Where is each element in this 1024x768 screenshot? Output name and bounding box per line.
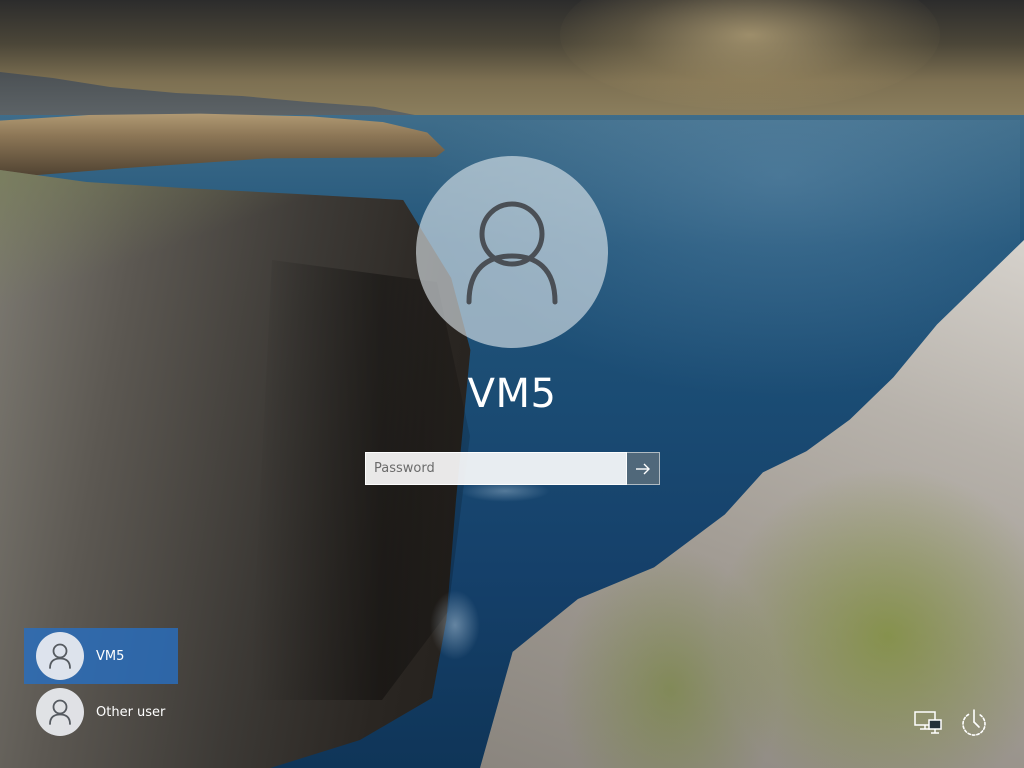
wave-foam: [430, 590, 480, 660]
login-username: VM5: [467, 371, 557, 417]
user-tile-other-user[interactable]: Other user: [24, 684, 178, 740]
user-list: VM5 Other user: [24, 628, 178, 740]
password-input[interactable]: [365, 452, 627, 485]
user-tile-label: VM5: [96, 648, 125, 664]
user-silhouette-icon: [466, 201, 558, 305]
power-icon: [962, 709, 986, 736]
network-button[interactable]: [910, 704, 946, 740]
avatar: [36, 632, 84, 680]
user-tile-label: Other user: [96, 704, 166, 720]
avatar: [36, 688, 84, 736]
power-button[interactable]: [956, 704, 992, 740]
arrow-right-icon: [636, 463, 650, 474]
password-row: [365, 452, 660, 485]
network-icon: [914, 711, 942, 734]
user-tile-vm5[interactable]: VM5: [24, 628, 178, 684]
user-silhouette-icon: [49, 643, 71, 669]
user-avatar-large: [416, 156, 608, 348]
submit-button[interactable]: [627, 452, 660, 485]
user-silhouette-icon: [49, 699, 71, 725]
